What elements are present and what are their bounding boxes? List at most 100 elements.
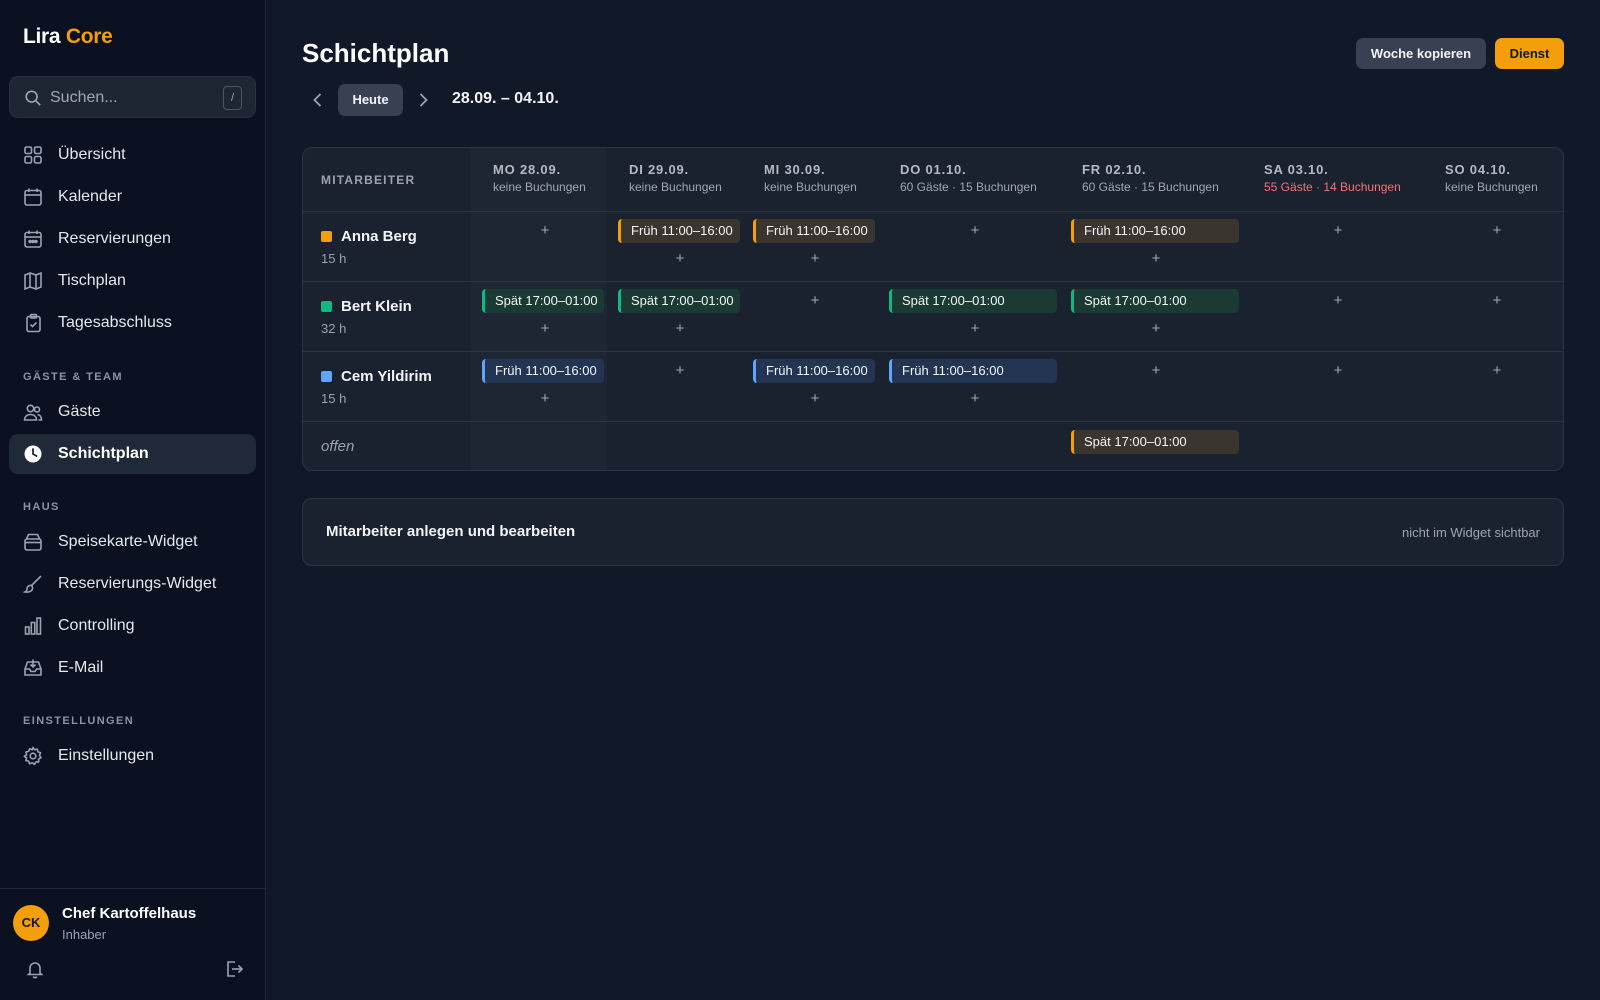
shift-block[interactable]: Spät 17:00–01:00 (482, 289, 604, 313)
employee-hours: 15 h (321, 391, 347, 406)
shift-block[interactable]: Spät 17:00–01:00 (618, 289, 740, 313)
add-shift-cell[interactable]: + (969, 222, 981, 239)
day-header-sat: SA 03.10. 55 Gäste · 14 Buchungen (1264, 162, 1401, 194)
schedule-grid: MITARBEITER MO 28.09. keine Buchungen DI… (302, 147, 1564, 471)
add-shift-cell[interactable]: + (539, 320, 551, 337)
add-shift-cell[interactable]: + (674, 362, 686, 379)
today-button[interactable]: Heute (338, 84, 403, 116)
add-shift-cell[interactable]: + (1150, 320, 1162, 337)
add-shift-cell[interactable]: + (809, 292, 821, 309)
add-shift-cell[interactable]: + (969, 390, 981, 407)
sidebar-item-label: Controlling (58, 617, 135, 634)
chevron-left-icon[interactable] (308, 90, 328, 110)
date-range: 28.09. – 04.10. (452, 90, 559, 107)
add-shift-cell[interactable]: + (674, 250, 686, 267)
day-name: SO 04.10. (1445, 162, 1511, 177)
sidebar-item-guests[interactable]: Gäste (9, 392, 256, 432)
table-row: Cem Yildirim 15 h Früh 11:00–16:00 + + F… (303, 352, 1563, 422)
logout-icon[interactable] (224, 959, 244, 979)
day-bookings: 60 Gäste · 15 Buchungen (900, 180, 1037, 194)
add-shift-button[interactable]: Dienst (1495, 38, 1564, 69)
sidebar-item-email[interactable]: E-Mail (9, 648, 256, 688)
employee-name[interactable]: Bert Klein (341, 298, 412, 315)
copy-week-button[interactable]: Woche kopieren (1356, 38, 1486, 69)
app-logo[interactable]: Lira Core (23, 25, 113, 49)
shift-block[interactable]: Spät 17:00–01:00 (889, 289, 1057, 313)
search-shortcut-key: / (223, 86, 242, 110)
day-name: SA 03.10. (1264, 162, 1329, 177)
user-name: Chef Kartoffelhaus (62, 905, 197, 922)
clock-icon (24, 445, 42, 463)
add-shift-cell[interactable]: + (809, 250, 821, 267)
day-name: MI 30.09. (764, 162, 826, 177)
day-header-mon: MO 28.09. keine Buchungen (493, 162, 586, 194)
shift-block[interactable]: Früh 11:00–16:00 (753, 359, 875, 383)
shift-block[interactable]: Früh 11:00–16:00 (753, 219, 875, 243)
add-shift-cell[interactable]: + (969, 320, 981, 337)
sidebar-item-reservation-widget[interactable]: Reservierungs-Widget (9, 564, 256, 604)
sidebar-item-menu-widget[interactable]: Speisekarte-Widget (9, 522, 256, 562)
add-shift-cell[interactable]: + (1491, 362, 1503, 379)
day-bookings: keine Buchungen (493, 180, 586, 194)
sidebar-item-label: Schichtplan (58, 445, 149, 462)
add-shift-cell[interactable]: + (539, 390, 551, 407)
clipboard-icon (26, 313, 41, 333)
sidebar-item-label: Gäste (58, 403, 101, 420)
day-name: DI 29.09. (629, 162, 689, 177)
sidebar: Lira Core Suchen... / Übersicht Kalender… (0, 0, 266, 1000)
sidebar-item-shift-plan[interactable]: Schichtplan (9, 434, 256, 474)
add-shift-cell[interactable]: + (674, 320, 686, 337)
open-shifts-label: offen (321, 438, 355, 455)
add-shift-cell[interactable]: + (1332, 222, 1344, 239)
day-header-tue: DI 29.09. keine Buchungen (629, 162, 722, 194)
grid-icon (24, 146, 42, 164)
add-shift-cell[interactable]: + (1150, 250, 1162, 267)
sidebar-item-daily-closing[interactable]: Tagesabschluss (9, 303, 256, 343)
sidebar-item-overview[interactable]: Übersicht (9, 135, 256, 175)
day-bookings: keine Buchungen (1445, 180, 1538, 194)
shift-block[interactable]: Früh 11:00–16:00 (1071, 219, 1239, 243)
manage-employees-card[interactable]: Mitarbeiter anlegen und bearbeiten nicht… (302, 498, 1564, 566)
sidebar-item-label: Kalender (58, 188, 123, 205)
add-shift-cell[interactable]: + (1332, 292, 1344, 309)
table-row: Anna Berg 15 h + Früh 11:00–16:00 + Früh… (303, 212, 1563, 282)
box-icon (24, 533, 42, 551)
sidebar-item-table-plan[interactable]: Tischplan (9, 261, 256, 301)
add-shift-cell[interactable]: + (539, 222, 551, 239)
map-icon (24, 271, 42, 291)
inbox-icon (24, 659, 42, 676)
shift-block[interactable]: Früh 11:00–16:00 (482, 359, 604, 383)
add-shift-cell[interactable]: + (1150, 362, 1162, 379)
shift-block[interactable]: Früh 11:00–16:00 (618, 219, 740, 243)
add-shift-cell[interactable]: + (1491, 222, 1503, 239)
sidebar-item-reservations[interactable]: Reservierungen (9, 219, 256, 259)
add-shift-cell[interactable]: + (809, 390, 821, 407)
sidebar-item-label: Tischplan (58, 272, 126, 289)
section-label-settings: EINSTELLUNGEN (23, 715, 135, 727)
employee-hours: 32 h (321, 321, 347, 336)
sidebar-item-controlling[interactable]: Controlling (9, 606, 256, 646)
open-shift-block[interactable]: Spät 17:00–01:00 (1071, 430, 1239, 454)
page-title: Schichtplan (302, 38, 450, 68)
sidebar-item-calendar[interactable]: Kalender (9, 177, 256, 217)
logo-text-core: Core (65, 25, 113, 48)
user-panel: CK Chef Kartoffelhaus Inhaber (0, 888, 266, 1000)
employee-name[interactable]: Anna Berg (341, 228, 417, 245)
employee-name[interactable]: Cem Yildirim (341, 368, 432, 385)
section-label-house: HAUS (23, 501, 60, 513)
shift-block[interactable]: Spät 17:00–01:00 (1071, 289, 1239, 313)
shift-block[interactable]: Früh 11:00–16:00 (889, 359, 1057, 383)
employee-column-header: MITARBEITER (321, 173, 416, 187)
add-shift-cell[interactable]: + (1332, 362, 1344, 379)
employee-color-dot (321, 231, 332, 242)
sidebar-item-label: Tagesabschluss (58, 314, 172, 331)
add-shift-cell[interactable]: + (1491, 292, 1503, 309)
card-note: nicht im Widget sichtbar (1402, 525, 1540, 540)
calendar-check-icon (24, 230, 42, 248)
search-input[interactable]: Suchen... / (9, 76, 256, 118)
day-name: MO 28.09. (493, 162, 561, 177)
bell-icon[interactable] (25, 959, 45, 979)
chevron-right-icon[interactable] (413, 90, 433, 110)
avatar[interactable]: CK (13, 905, 49, 941)
sidebar-item-settings[interactable]: Einstellungen (9, 736, 256, 776)
